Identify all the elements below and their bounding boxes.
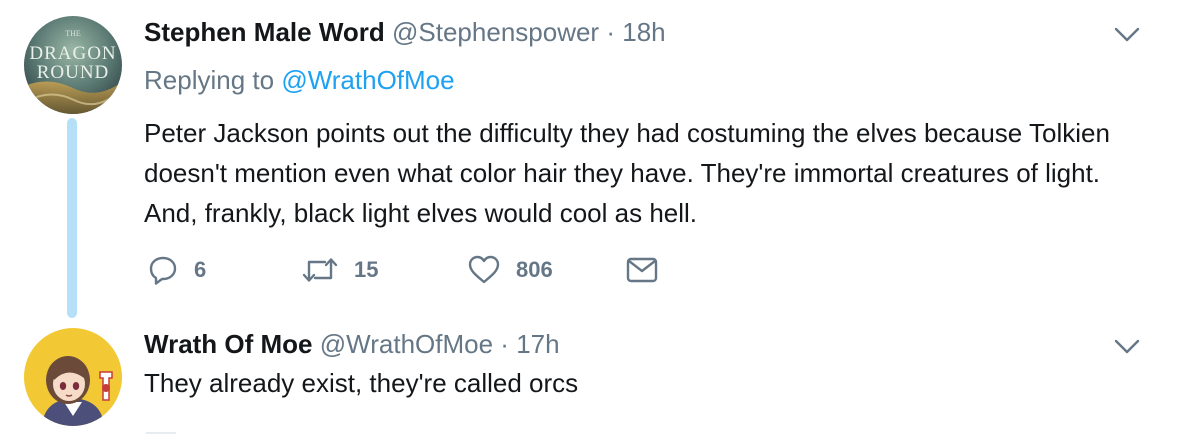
chevron-down-icon[interactable]	[1114, 27, 1140, 43]
replying-to-link[interactable]: @WrathOfMoe	[281, 65, 454, 95]
display-name[interactable]: Stephen Male Word	[144, 17, 385, 47]
thread-connector-line	[67, 118, 77, 318]
svg-text:DRAGON: DRAGON	[29, 43, 116, 64]
user-handle[interactable]: @WrathOfMoe	[320, 329, 493, 359]
tweet-header: Wrath Of Moe @WrathOfMoe · 17h	[144, 329, 560, 360]
tweet-text: They already exist, they're called orcs	[144, 368, 579, 398]
heart-icon	[468, 255, 500, 284]
reply-count: 6	[194, 257, 207, 282]
direct-message-button[interactable]	[626, 253, 658, 287]
retweet-button[interactable]: 15	[301, 253, 378, 287]
timestamp[interactable]: 17h	[516, 329, 559, 359]
anime-character-avatar-image	[24, 328, 122, 426]
timestamp[interactable]: 18h	[622, 17, 665, 47]
separator: ·	[500, 329, 509, 359]
envelope-icon	[626, 257, 658, 283]
user-handle[interactable]: @Stephenspower	[392, 17, 599, 47]
like-button[interactable]: 806	[467, 253, 553, 287]
avatar[interactable]: THE DRAGON ROUND	[24, 16, 122, 114]
reply-icon	[149, 256, 177, 285]
replying-to: Replying to @WrathOfMoe	[144, 65, 455, 96]
separator: ·	[606, 17, 615, 47]
chevron-down-icon[interactable]	[1114, 339, 1140, 355]
tweet-header: Stephen Male Word @Stephenspower · 18h	[144, 17, 666, 48]
replying-to-label: Replying to	[144, 65, 275, 95]
retweet-count: 15	[354, 257, 379, 282]
avatar[interactable]	[24, 328, 122, 426]
dragon-round-avatar-image: THE DRAGON ROUND	[24, 16, 122, 114]
svg-text:THE: THE	[65, 29, 81, 38]
retweet-icon	[302, 258, 338, 282]
svg-text:ROUND: ROUND	[37, 62, 110, 83]
reply-button[interactable]: 6	[147, 253, 206, 287]
tweet-text: Peter Jackson points out the difficulty …	[144, 118, 1110, 228]
like-count: 806	[516, 257, 553, 282]
display-name[interactable]: Wrath Of Moe	[144, 329, 313, 359]
